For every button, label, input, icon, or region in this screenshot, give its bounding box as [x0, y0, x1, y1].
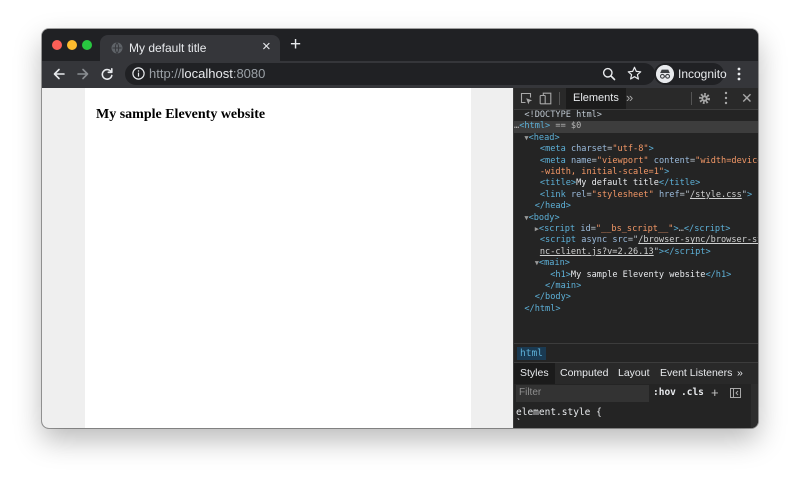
browser-toolbar: http://localhost:8080 Incognito — [42, 61, 758, 88]
devtools-panel: Elements » ✕ <!DOCTYPE html> …<html> == … — [513, 88, 758, 428]
browser-tab[interactable]: My default title × — [100, 35, 280, 61]
dom-node-main[interactable]: ▼<main> — [514, 258, 758, 269]
search-icon[interactable] — [602, 67, 616, 81]
dom-node-h1[interactable]: <h1>My sample Eleventy website</h1> — [514, 270, 758, 281]
dom-node-main-close[interactable]: </main> — [514, 281, 758, 292]
dom-node-script-browser-sync[interactable]: <script async src="/browser-sync/browser… — [514, 235, 758, 246]
devtools-menu-icon[interactable] — [724, 91, 728, 105]
styles-filter-row: Filter :hov .cls + — [514, 384, 758, 403]
dom-node-link[interactable]: <link rel="stylesheet" href="/style.css"… — [514, 190, 758, 201]
dom-node-doctype[interactable]: <!DOCTYPE html> — [514, 110, 758, 121]
incognito-profile-button[interactable]: Incognito — [654, 63, 727, 85]
toolbar-divider — [691, 92, 692, 105]
incognito-icon — [656, 65, 674, 83]
back-arrow-icon[interactable] — [52, 67, 66, 81]
star-icon[interactable] — [627, 66, 642, 81]
dom-node-body-close[interactable]: </body> — [514, 292, 758, 303]
add-style-rule-icon[interactable]: + — [711, 386, 719, 399]
styles-filter-input[interactable]: Filter — [516, 385, 649, 402]
toolbar-divider — [559, 92, 560, 105]
minimize-window-button[interactable] — [67, 40, 77, 50]
more-subtabs-icon[interactable]: » — [737, 363, 743, 384]
tab-strip: My default title × + — [42, 29, 758, 61]
dom-node-script-browser-sync-cont[interactable]: nc-client.js?v=2.26.13"></script> — [514, 247, 758, 258]
url-text: http://localhost:8080 — [149, 66, 266, 81]
page-viewport: My sample Eleventy website — [42, 88, 513, 428]
styles-scrollbar[interactable] — [751, 384, 758, 428]
tab-event-listeners[interactable]: Event Listeners — [660, 363, 732, 384]
more-panels-icon[interactable]: » — [626, 90, 633, 106]
breadcrumb-item-html[interactable]: html — [517, 347, 546, 360]
page-heading: My sample Eleventy website — [96, 107, 266, 122]
zoom-window-button[interactable] — [82, 40, 92, 50]
dom-node-head-close[interactable]: </head> — [514, 201, 758, 212]
toggle-sidebar-icon[interactable] — [730, 388, 741, 398]
element-style-rule[interactable]: element.style { ` — [516, 407, 602, 428]
globe-icon — [111, 42, 123, 54]
tab-layout[interactable]: Layout — [618, 363, 650, 384]
dom-node-title[interactable]: <title>My default title</title> — [514, 178, 758, 189]
tab-computed[interactable]: Computed — [560, 363, 608, 384]
incognito-label: Incognito — [678, 67, 727, 81]
reload-icon[interactable] — [100, 67, 114, 81]
close-tab-icon[interactable]: × — [262, 39, 271, 55]
dom-node-head[interactable]: ▼<head> — [514, 133, 758, 144]
hover-state-toggle[interactable]: :hov — [653, 387, 676, 398]
dom-node-meta-viewport[interactable]: <meta name="viewport" content="width=dev… — [514, 156, 758, 167]
styles-subtabs: Styles Computed Layout Event Listeners » — [514, 362, 758, 385]
devtools-toolbar: Elements » ✕ — [514, 88, 758, 110]
dom-node-html-close[interactable]: </html> — [514, 304, 758, 315]
page-content: My sample Eleventy website — [85, 88, 471, 428]
gear-icon[interactable] — [698, 92, 711, 105]
class-toggle[interactable]: .cls — [681, 387, 704, 398]
tab-elements[interactable]: Elements — [566, 88, 626, 109]
dom-node-body[interactable]: ▼<body> — [514, 213, 758, 224]
tab-styles[interactable]: Styles — [514, 363, 555, 384]
tab-title: My default title — [129, 41, 207, 55]
device-toolbar-icon[interactable] — [539, 92, 552, 105]
close-window-button[interactable] — [52, 40, 62, 50]
info-icon[interactable] — [132, 67, 145, 80]
dom-tree: <!DOCTYPE html> …<html> == $0 ▼<head> <m… — [514, 110, 758, 344]
dom-node-meta-charset[interactable]: <meta charset="utf-8"> — [514, 144, 758, 155]
close-devtools-icon[interactable]: ✕ — [741, 89, 753, 107]
new-tab-button[interactable]: + — [290, 35, 301, 55]
inspect-element-icon[interactable] — [520, 92, 533, 105]
chrome-menu-icon[interactable] — [736, 66, 742, 82]
dom-node-meta-viewport-cont[interactable]: -width, initial-scale=1"> — [514, 167, 758, 178]
breadcrumb: html — [514, 343, 758, 363]
browser-window: My default title × + http://localhost:80… — [42, 29, 758, 428]
dom-node-script-bs[interactable]: ▶<script id="__bs_script__">…</script> — [514, 224, 758, 235]
filter-placeholder: Filter — [519, 387, 542, 398]
address-bar[interactable]: http://localhost:8080 — [125, 63, 655, 85]
forward-arrow-icon[interactable] — [76, 67, 90, 81]
dom-node-html[interactable]: …<html> == $0 — [514, 121, 758, 133]
